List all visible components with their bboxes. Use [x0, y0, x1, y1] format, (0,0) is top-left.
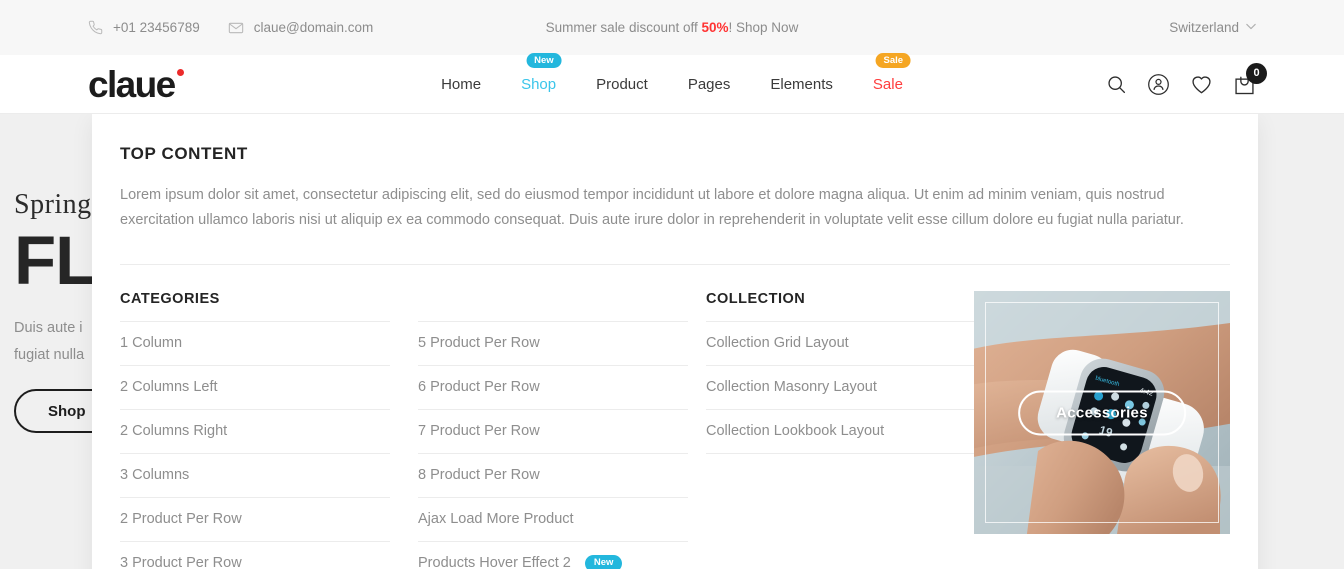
categories-list-2: 5 Product Per Row 6 Product Per Row 7 Pr… — [418, 322, 688, 569]
collection-list: Collection Grid Layout Collection Masonr… — [706, 322, 974, 455]
list-item[interactable]: Collection Lookbook Layout — [706, 410, 974, 455]
nav-label: Shop — [521, 76, 557, 93]
mega-columns: CATEGORIES 1 Column 2 Columns Left 2 Col… — [120, 265, 1230, 569]
list-item[interactable]: Products Hover Effect 2 New — [418, 542, 688, 569]
list-item[interactable]: 2 Columns Right — [120, 410, 390, 455]
page-body: Spring - FLA Duis aute i fugiat nulla Sh… — [0, 114, 1344, 569]
list-item-label: 8 Product Per Row — [418, 467, 540, 484]
promo-suffix: ! Shop Now — [728, 20, 799, 35]
list-item[interactable]: Collection Masonry Layout — [706, 366, 974, 411]
list-item-label: 6 Product Per Row — [418, 379, 540, 396]
account-icon[interactable] — [1147, 73, 1170, 96]
list-item[interactable]: 2 Product Per Row — [120, 498, 390, 543]
list-item[interactable]: 1 Column — [120, 322, 390, 367]
cart-count-badge: 0 — [1246, 62, 1267, 84]
search-icon[interactable] — [1106, 74, 1127, 95]
list-item-label: Products Hover Effect 2 — [418, 555, 571, 569]
categories-column-1: CATEGORIES 1 Column 2 Columns Left 2 Col… — [120, 291, 390, 569]
nav-item-sale[interactable]: Sale Sale — [872, 53, 912, 99]
nav-label: Sale — [872, 76, 903, 93]
categories-column-2: 5 Product Per Row 6 Product Per Row 7 Pr… — [418, 291, 688, 569]
list-item-badge-new: New — [584, 555, 623, 569]
categories-heading-spacer — [418, 291, 688, 323]
nav-badge-sale: Sale — [875, 53, 912, 68]
nav-item-product[interactable]: Product — [596, 70, 648, 99]
list-item-label: 5 Product Per Row — [418, 335, 540, 352]
list-item[interactable]: Collection Grid Layout — [706, 322, 974, 367]
list-item-label: Collection Grid Layout — [706, 335, 849, 352]
list-item-label: 2 Columns Right — [120, 423, 228, 440]
list-item[interactable]: 8 Product Per Row — [418, 454, 688, 499]
list-item-label: 2 Columns Left — [120, 379, 218, 396]
top-content-paragraph: Lorem ipsum dolor sit amet, consectetur … — [120, 187, 1184, 229]
list-item[interactable]: 7 Product Per Row — [418, 410, 688, 455]
list-item-label: 1 Column — [120, 335, 183, 352]
phone-icon — [88, 20, 103, 35]
nav-item-pages[interactable]: Pages — [688, 70, 731, 99]
nav-label: Pages — [687, 76, 731, 93]
list-item[interactable]: 3 Columns — [120, 454, 390, 499]
list-item-label: Collection Lookbook Layout — [706, 423, 885, 440]
phone-number: +01 23456789 — [113, 20, 200, 35]
top-announcement-bar: +01 23456789 claue@domain.com Summer sal… — [0, 0, 1344, 55]
promo-message-inner[interactable]: Summer sale discount off 50%! Shop Now — [546, 20, 799, 35]
list-item-label: 3 Product Per Row — [120, 555, 242, 569]
country-label: Switzerland — [1169, 20, 1239, 35]
list-item[interactable]: 2 Columns Left — [120, 366, 390, 411]
list-item[interactable]: 5 Product Per Row — [418, 322, 688, 367]
page-root: +01 23456789 claue@domain.com Summer sal… — [0, 0, 1344, 569]
promo-percent: 50% — [701, 20, 729, 35]
categories-section: CATEGORIES 1 Column 2 Columns Left 2 Col… — [120, 291, 688, 569]
list-item-label: 3 Columns — [120, 467, 190, 484]
collection-heading: COLLECTION — [706, 291, 974, 323]
promo-accessories-card[interactable]: bluetooth 4:42 19 Accessories — [974, 291, 1230, 535]
nav-item-elements[interactable]: Elements — [770, 70, 833, 99]
top-content-heading: TOP CONTENT — [120, 144, 248, 163]
header-icon-group: 0 — [1106, 62, 1267, 96]
promo-prefix: Summer sale discount off — [545, 20, 702, 35]
list-item[interactable]: 3 Product Per Row — [120, 542, 390, 569]
chevron-down-icon — [1246, 22, 1256, 33]
nav-item-home[interactable]: Home — [441, 70, 481, 99]
nav-label: Elements — [770, 76, 833, 93]
promo-label: Accessories — [1018, 390, 1186, 436]
promo-section: bluetooth 4:42 19 Accessories — [974, 291, 1230, 569]
email-contact[interactable]: claue@domain.com — [228, 20, 374, 36]
list-item[interactable]: 6 Product Per Row — [418, 366, 688, 411]
topbar-contact-group: +01 23456789 claue@domain.com — [88, 20, 373, 36]
site-header: claue Home New Shop Product Pages Elemen… — [0, 53, 1344, 114]
list-item-label: 7 Product Per Row — [418, 423, 540, 440]
list-item-label: Ajax Load More Product — [418, 511, 574, 528]
nav-label: Home — [441, 76, 482, 93]
phone-contact[interactable]: +01 23456789 — [88, 20, 200, 35]
cart-bag-icon[interactable]: 0 — [1233, 62, 1267, 96]
nav-item-shop[interactable]: New Shop — [521, 53, 562, 99]
email-address: claue@domain.com — [253, 20, 374, 35]
list-item[interactable]: Ajax Load More Product — [418, 498, 688, 543]
envelope-icon — [228, 20, 244, 36]
list-item-label: Collection Masonry Layout — [706, 379, 877, 396]
nav-label: Product — [596, 76, 648, 93]
country-selector[interactable]: Switzerland — [1169, 20, 1256, 35]
nav-badge-new: New — [526, 53, 562, 68]
list-item-label: 2 Product Per Row — [120, 511, 242, 528]
shop-mega-menu-panel: TOP CONTENT Lorem ipsum dolor sit amet, … — [92, 114, 1258, 569]
categories-list-1: 1 Column 2 Columns Left 2 Columns Right … — [120, 322, 390, 569]
categories-heading: CATEGORIES — [120, 291, 390, 323]
wishlist-heart-icon[interactable] — [1190, 73, 1213, 96]
collection-section: COLLECTION Collection Grid Layout Collec… — [706, 291, 974, 569]
